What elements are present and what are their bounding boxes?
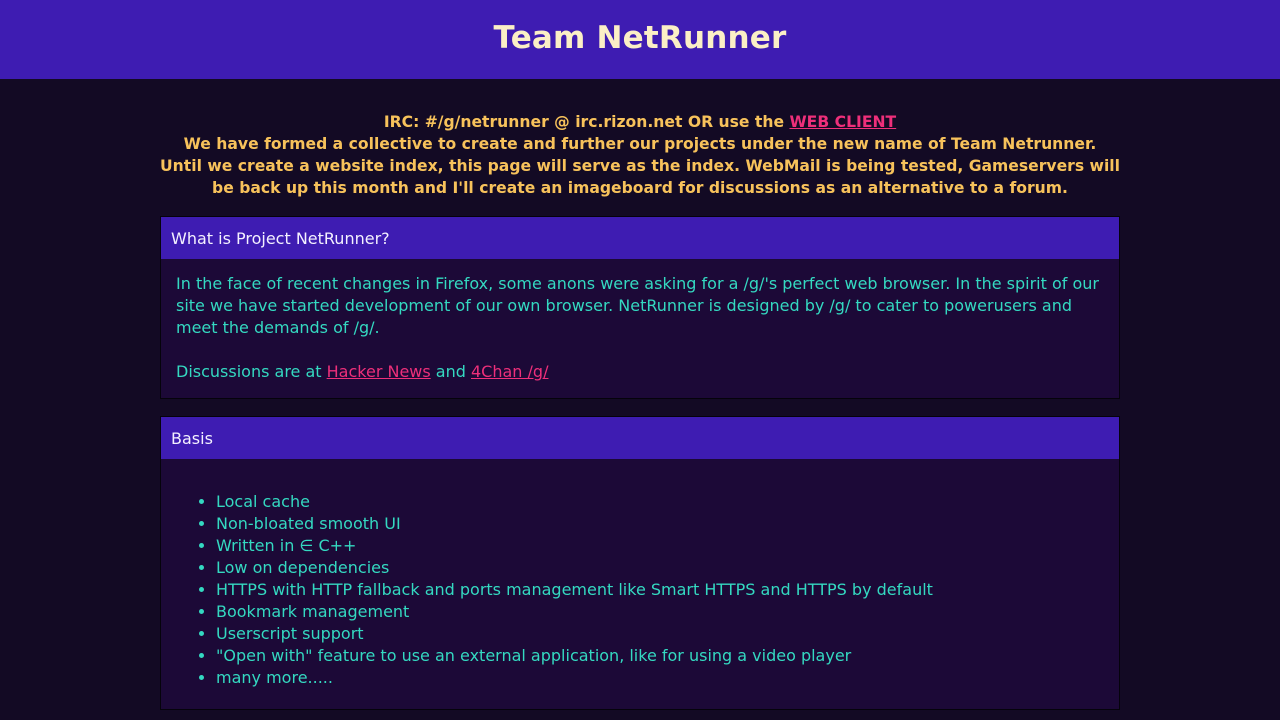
site-header: Team NetRunner: [0, 0, 1280, 79]
feature-item: HTTPS with HTTP fallback and ports manag…: [216, 579, 1104, 601]
web-client-link[interactable]: WEB CLIENT: [789, 113, 896, 131]
feature-item: Written in ∈ C++: [216, 535, 1104, 557]
basis-heading: Basis: [161, 417, 1119, 459]
feature-item: Non-bloated smooth UI: [216, 513, 1104, 535]
basis-body: Local cache Non-bloated smooth UI Writte…: [161, 459, 1119, 709]
feature-item: Userscript support: [216, 623, 1104, 645]
irc-line: IRC: #/g/netrunner @ irc.rizon.net OR us…: [160, 111, 1120, 133]
announcement-message: We have formed a collective to create an…: [160, 135, 1120, 197]
discussions-line: Discussions are at Hacker News and 4Chan…: [176, 361, 1104, 383]
announcement: IRC: #/g/netrunner @ irc.rizon.net OR us…: [160, 79, 1120, 199]
feature-item: Bookmark management: [216, 601, 1104, 623]
site-title: Team NetRunner: [493, 20, 787, 56]
basis-panel: Basis Local cache Non-bloated smooth UI …: [160, 416, 1120, 710]
feature-item: many more.....: [216, 667, 1104, 689]
about-paragraph: In the face of recent changes in Firefox…: [176, 274, 1099, 337]
about-heading: What is Project NetRunner?: [161, 217, 1119, 259]
irc-text: IRC: #/g/netrunner @ irc.rizon.net OR us…: [383, 113, 790, 131]
about-panel: What is Project NetRunner? In the face o…: [160, 216, 1120, 399]
discussions-prefix: Discussions are at: [176, 362, 327, 381]
hacker-news-link[interactable]: Hacker News: [327, 362, 431, 381]
and-text: and: [430, 362, 471, 381]
feature-item: Local cache: [216, 491, 1104, 513]
feature-item: Low on dependencies: [216, 557, 1104, 579]
feature-list: Local cache Non-bloated smooth UI Writte…: [176, 491, 1104, 689]
feature-item: "Open with" feature to use an external a…: [216, 645, 1104, 667]
about-body: In the face of recent changes in Firefox…: [161, 259, 1119, 398]
fourchan-g-link[interactable]: 4Chan /g/: [471, 362, 548, 381]
